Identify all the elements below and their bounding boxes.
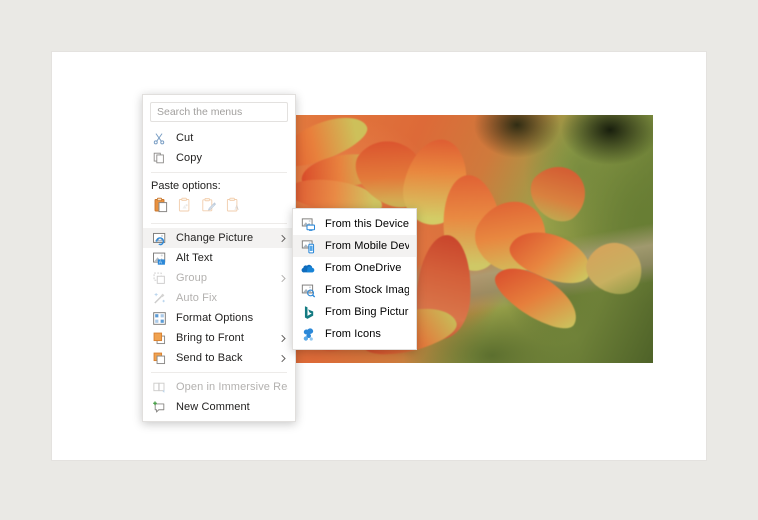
chevron-right-icon [279, 354, 288, 363]
menu-item-label: Copy [176, 152, 203, 164]
svg-text:A: A [234, 205, 239, 212]
group-icon [151, 270, 167, 286]
paste-options-label: Paste options: [151, 180, 221, 192]
auto-fix-icon [151, 290, 167, 306]
submenu-item-from-bing-pictures[interactable]: From Bing Pictures [293, 301, 416, 323]
menu-item-label: New Comment [176, 401, 250, 413]
search-menus-container [143, 100, 295, 128]
menu-separator [151, 372, 287, 373]
menu-item-auto-fix[interactable]: Auto Fix [143, 288, 295, 308]
menu-item-label: Open in Immersive Reader [176, 381, 288, 393]
menu-item-copy[interactable]: Copy [143, 148, 295, 168]
menu-item-cut[interactable]: Cut [143, 128, 295, 148]
menu-item-immersive-reader[interactable]: Open in Immersive Reader [143, 377, 295, 397]
clipboard-picture-icon[interactable] [199, 195, 219, 215]
format-options-icon [151, 310, 167, 326]
onedrive-cloud-icon [300, 260, 316, 276]
send-to-back-icon [151, 350, 167, 366]
clipboard-merge-icon[interactable] [175, 195, 195, 215]
chevron-right-icon [279, 234, 288, 243]
menu-separator [151, 172, 287, 173]
submenu-item-label: From Mobile Device [325, 240, 409, 252]
menu-separator [151, 223, 287, 224]
submenu-item-from-icons[interactable]: From Icons [293, 323, 416, 345]
clipboard-text-icon[interactable]: A [223, 195, 243, 215]
menu-item-alt-text[interactable]: A Alt Text [143, 248, 295, 268]
submenu-item-from-stock-images[interactable]: From Stock Images [293, 279, 416, 301]
menu-item-label: Alt Text [176, 252, 213, 264]
menu-item-label: Group [176, 272, 208, 284]
menu-item-send-to-back[interactable]: Send to Back [143, 348, 295, 368]
change-picture-submenu[interactable]: From this Device... From Mobile Device [292, 208, 417, 350]
menu-item-label: Format Options [176, 312, 254, 324]
search-input[interactable] [150, 102, 288, 122]
submenu-item-from-onedrive[interactable]: From OneDrive [293, 257, 416, 279]
submenu-item-label: From OneDrive [325, 262, 402, 274]
from-icons-icon [300, 326, 316, 342]
menu-item-new-comment[interactable]: New Comment [143, 397, 295, 417]
chevron-right-icon [279, 334, 288, 343]
from-device-icon [300, 216, 316, 232]
stock-images-icon [300, 282, 316, 298]
copy-icon [151, 150, 167, 166]
menu-item-label: Bring to Front [176, 332, 245, 344]
submenu-item-label: From Stock Images [325, 284, 409, 296]
submenu-item-label: From Icons [325, 328, 382, 340]
chevron-right-icon [279, 274, 288, 283]
menu-item-group[interactable]: Group [143, 268, 295, 288]
immersive-reader-icon [151, 379, 167, 395]
new-comment-icon [151, 399, 167, 415]
alt-text-icon: A [151, 250, 167, 266]
submenu-item-label: From Bing Pictures [325, 306, 409, 318]
submenu-item-label: From this Device... [325, 218, 409, 230]
menu-item-format-options[interactable]: Format Options [143, 308, 295, 328]
bing-icon [300, 304, 316, 320]
clipboard-paste-icon[interactable] [151, 195, 171, 215]
submenu-item-from-this-device[interactable]: From this Device... [293, 213, 416, 235]
change-picture-icon [151, 230, 167, 246]
submenu-item-from-mobile-device[interactable]: From Mobile Device [293, 235, 416, 257]
menu-item-change-picture[interactable]: Change Picture [143, 228, 295, 248]
menu-item-label: Cut [176, 132, 194, 144]
scissors-icon [151, 130, 167, 146]
paste-options-row: A [143, 193, 295, 219]
bring-to-front-icon [151, 330, 167, 346]
context-menu[interactable]: Cut Copy Paste options: [142, 94, 296, 422]
from-mobile-device-icon [300, 238, 316, 254]
menu-item-label: Auto Fix [176, 292, 218, 304]
menu-item-bring-to-front[interactable]: Bring to Front [143, 328, 295, 348]
menu-item-label: Change Picture [176, 232, 254, 244]
menu-item-label: Send to Back [176, 352, 243, 364]
document-page: Cut Copy Paste options: [52, 52, 706, 460]
